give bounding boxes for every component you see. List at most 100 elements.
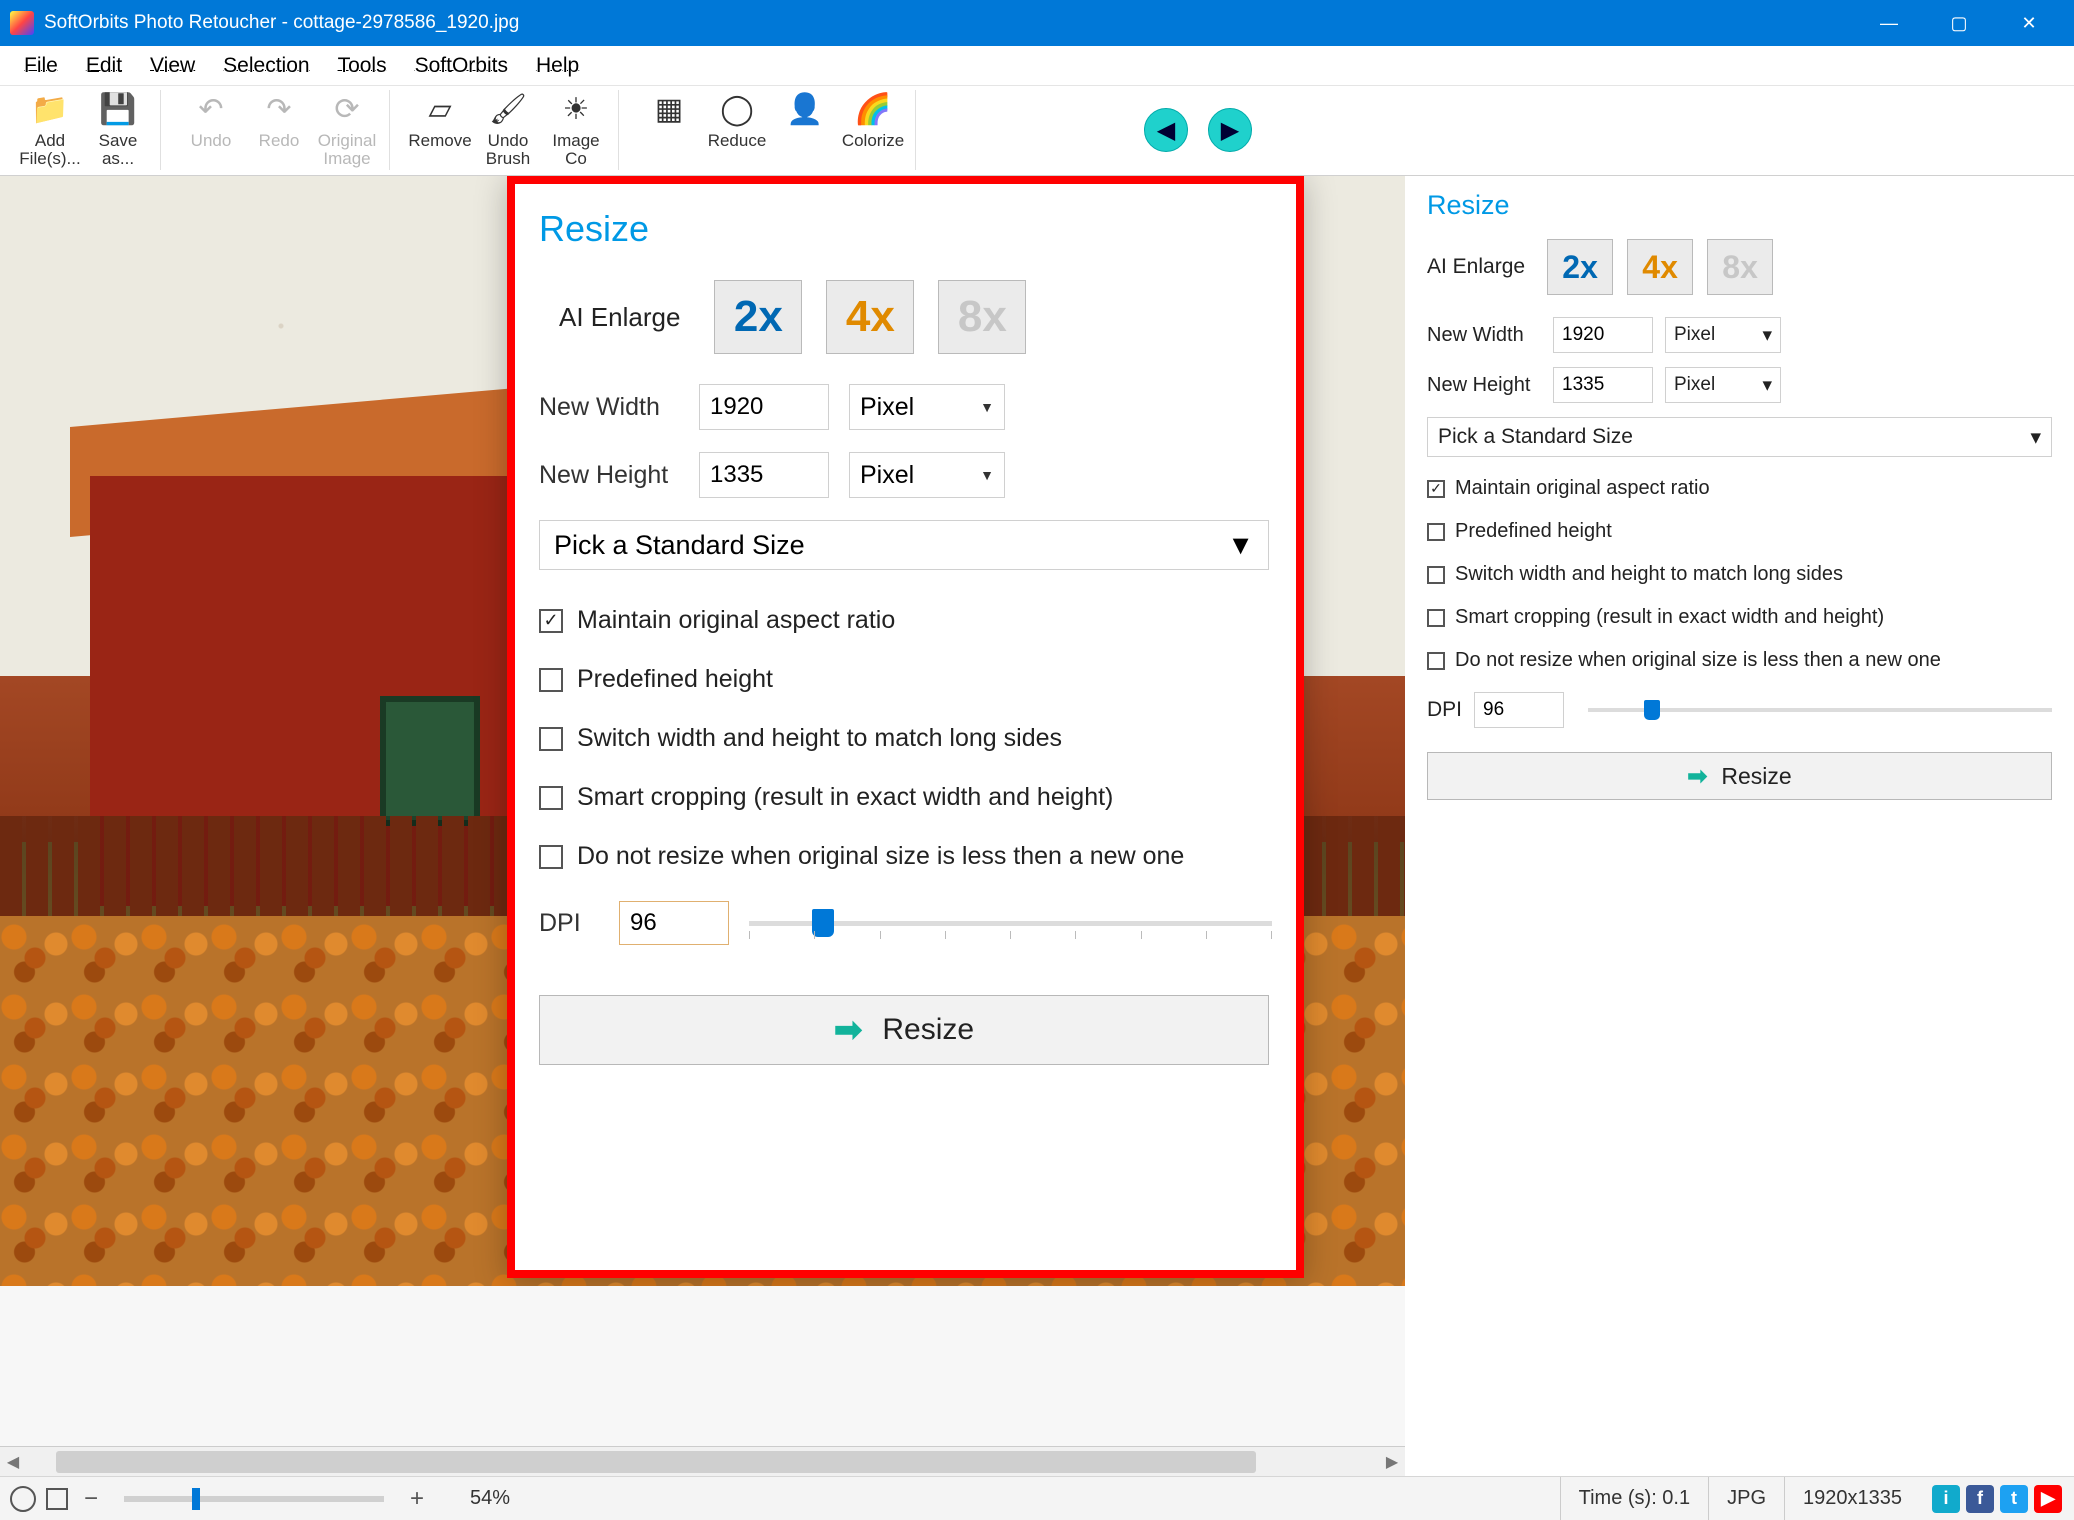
checkbox-icon xyxy=(1427,566,1445,584)
checkbox-icon xyxy=(539,668,563,692)
info-icon[interactable]: i xyxy=(1932,1485,1960,1513)
checkbox-icon xyxy=(1427,523,1445,541)
smart-crop-checkbox[interactable]: Smart cropping (result in exact width an… xyxy=(539,783,1272,812)
new-width-input[interactable] xyxy=(699,384,829,430)
checkbox-icon xyxy=(1427,480,1445,498)
chevron-down-icon: ▼ xyxy=(980,399,994,415)
maximize-button[interactable]: ▢ xyxy=(1924,0,1994,46)
rainbow-icon: 🌈 xyxy=(853,90,893,130)
add-files-button[interactable]: 📁Add File(s)... xyxy=(18,90,82,168)
slider-thumb[interactable] xyxy=(192,1488,200,1510)
dpi-input[interactable] xyxy=(619,901,729,945)
image-correction-button[interactable]: ☀Image Co xyxy=(544,90,608,168)
menu-selection[interactable]: Selection xyxy=(209,48,323,84)
side-height-label: New Height xyxy=(1427,374,1553,397)
close-button[interactable]: ✕ xyxy=(1994,0,2064,46)
scroll-right-icon[interactable]: ▶ xyxy=(1379,1452,1405,1472)
minimize-button[interactable]: — xyxy=(1854,0,1924,46)
side-smart-crop-checkbox[interactable]: Smart cropping (result in exact width an… xyxy=(1427,606,2052,629)
predefined-height-checkbox[interactable]: Predefined height xyxy=(539,665,1272,694)
resize-side-panel: Resize AI Enlarge 2x 4x 8x New WidthPixe… xyxy=(1405,176,2074,1476)
horizontal-scrollbar[interactable]: ◀ ▶ xyxy=(0,1446,1405,1476)
titlebar: SoftOrbits Photo Retoucher - cottage-297… xyxy=(0,0,2074,46)
menu-tools[interactable]: Tools xyxy=(324,48,401,84)
remove-button[interactable]: ▱Remove xyxy=(408,90,472,168)
standard-size-select[interactable]: Pick a Standard Size▼ xyxy=(539,520,1269,570)
save-icon: 💾 xyxy=(98,90,138,130)
original-image-button[interactable]: ⟳Original Image xyxy=(315,90,379,168)
height-unit-select[interactable]: Pixel▼ xyxy=(849,452,1005,498)
person-icon: 👤 xyxy=(785,90,825,130)
undo-icon: ↶ xyxy=(191,90,231,130)
side-predefined-height-checkbox[interactable]: Predefined height xyxy=(1427,520,2052,543)
side-ai-2x-button[interactable]: 2x xyxy=(1547,239,1613,295)
menu-edit[interactable]: Edit xyxy=(72,48,136,84)
side-width-label: New Width xyxy=(1427,324,1553,347)
undo-button[interactable]: ↶Undo xyxy=(179,90,243,168)
sun-icon: ☀ xyxy=(556,90,596,130)
undo-brush-button[interactable]: 🖌Undo Brush xyxy=(476,90,540,168)
refresh-icon: ⟳ xyxy=(327,90,367,130)
image-canvas[interactable]: Resize AI Enlarge 2x 4x 8x New Width Pix… xyxy=(0,176,1405,1286)
next-image-button[interactable]: ▶ xyxy=(1208,108,1252,152)
scroll-left-icon[interactable]: ◀ xyxy=(0,1452,26,1472)
prev-image-button[interactable]: ◀ xyxy=(1144,108,1188,152)
side-maintain-aspect-checkbox[interactable]: Maintain original aspect ratio xyxy=(1427,477,2052,500)
switch-wh-checkbox[interactable]: Switch width and height to match long si… xyxy=(539,724,1272,753)
colorize-button[interactable]: 🌈Colorize xyxy=(841,90,905,168)
zoom-slider[interactable] xyxy=(124,1496,384,1502)
checkbox-icon xyxy=(1427,609,1445,627)
ai-2x-button[interactable]: 2x xyxy=(714,280,802,354)
checkbox-icon xyxy=(539,845,563,869)
zoom-out-button[interactable]: − xyxy=(78,1485,104,1513)
ai-4x-button[interactable]: 4x xyxy=(826,280,914,354)
side-dpi-input[interactable] xyxy=(1474,692,1564,728)
facebook-icon[interactable]: f xyxy=(1966,1485,1994,1513)
side-resize-button[interactable]: ➡Resize xyxy=(1427,752,2052,800)
twitter-icon[interactable]: t xyxy=(2000,1485,2028,1513)
side-standard-size-select[interactable]: Pick a Standard Size▾ xyxy=(1427,417,2052,457)
zoom-icon[interactable] xyxy=(10,1486,36,1512)
side-height-unit[interactable]: Pixel▾ xyxy=(1665,367,1781,403)
resize-button[interactable]: ➡Resize xyxy=(539,995,1269,1065)
crop-icon: ▦ xyxy=(649,90,689,130)
width-unit-select[interactable]: Pixel▼ xyxy=(849,384,1005,430)
scrollbar-thumb[interactable] xyxy=(56,1451,1256,1473)
fit-icon[interactable] xyxy=(46,1488,68,1510)
crop-button[interactable]: ▦ xyxy=(637,90,701,168)
menu-file[interactable]: File xyxy=(10,48,72,84)
menubar: File Edit View Selection Tools SoftOrbit… xyxy=(0,46,2074,86)
side-width-unit[interactable]: Pixel▾ xyxy=(1665,317,1781,353)
app-icon xyxy=(10,11,34,35)
side-width-input[interactable] xyxy=(1553,317,1653,353)
content-area: Resize AI Enlarge 2x 4x 8x New Width Pix… xyxy=(0,176,2074,1476)
side-switch-wh-checkbox[interactable]: Switch width and height to match long si… xyxy=(1427,563,2052,586)
save-as-button[interactable]: 💾Save as... xyxy=(86,90,150,168)
no-upscale-checkbox[interactable]: Do not resize when original size is less… xyxy=(539,842,1272,871)
youtube-icon[interactable]: ▶ xyxy=(2034,1485,2062,1513)
canvas-column: Resize AI Enlarge 2x 4x 8x New Width Pix… xyxy=(0,176,1405,1476)
side-dpi-slider[interactable] xyxy=(1588,698,2052,722)
reduce-button[interactable]: ◯Reduce xyxy=(705,90,769,168)
zoom-in-button[interactable]: + xyxy=(404,1485,430,1513)
redo-icon: ↷ xyxy=(259,90,299,130)
chevron-down-icon: ▾ xyxy=(2030,425,2041,450)
ai-8x-button[interactable]: 8x xyxy=(938,280,1026,354)
arrow-right-icon: ➡ xyxy=(834,1010,863,1050)
slider-thumb[interactable] xyxy=(1644,700,1660,720)
dpi-slider[interactable] xyxy=(749,905,1272,941)
side-ai-4x-button[interactable]: 4x xyxy=(1627,239,1693,295)
dpi-label: DPI xyxy=(539,909,599,938)
redo-button[interactable]: ↷Redo xyxy=(247,90,311,168)
side-height-input[interactable] xyxy=(1553,367,1653,403)
side-no-upscale-checkbox[interactable]: Do not resize when original size is less… xyxy=(1427,649,2052,672)
menu-view[interactable]: View xyxy=(136,48,209,84)
status-time: Time (s): 0.1 xyxy=(1560,1477,1709,1520)
side-ai-8x-button[interactable]: 8x xyxy=(1707,239,1773,295)
menu-softorbits[interactable]: SoftOrbits xyxy=(401,48,522,84)
side-ai-label: AI Enlarge xyxy=(1427,255,1525,279)
menu-help[interactable]: Help xyxy=(522,48,593,84)
maintain-aspect-checkbox[interactable]: Maintain original aspect ratio xyxy=(539,606,1272,635)
person-button[interactable]: 👤 xyxy=(773,90,837,168)
new-height-input[interactable] xyxy=(699,452,829,498)
